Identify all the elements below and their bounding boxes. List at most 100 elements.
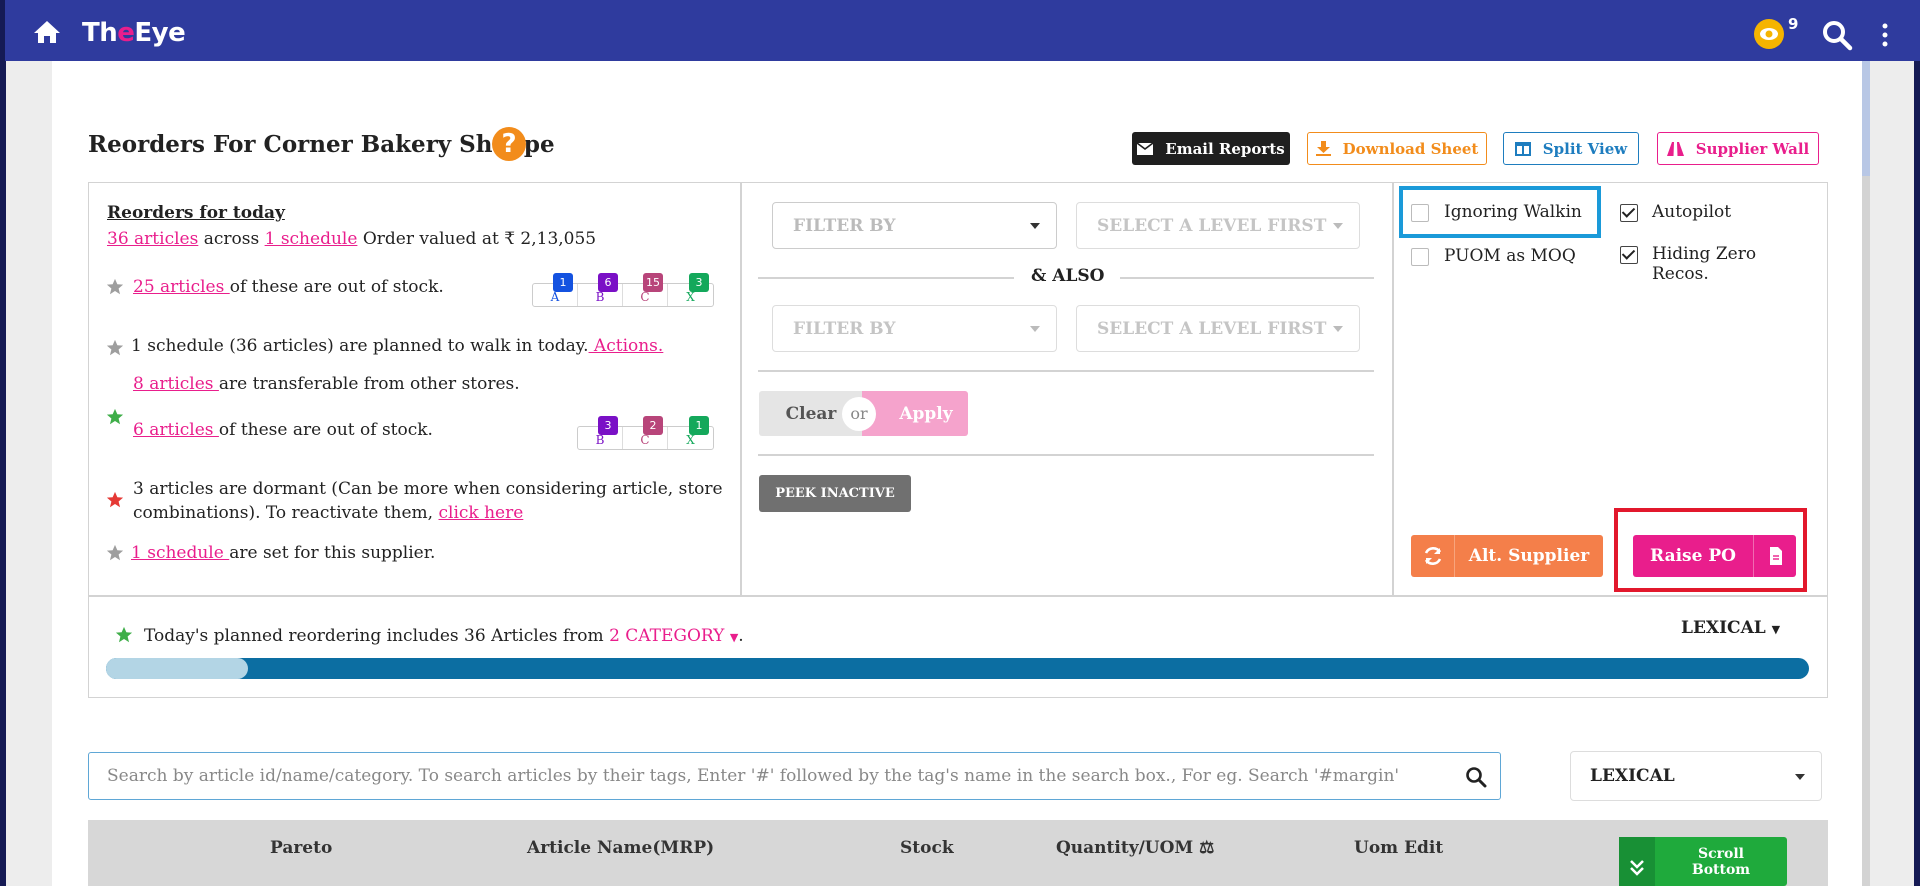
pareto-chip[interactable]: A1 (533, 273, 578, 306)
pareto-chip[interactable]: X1 (668, 416, 713, 449)
divider (1120, 277, 1374, 279)
out-of-stock-articles-link[interactable]: 25 articles (133, 277, 230, 297)
and-also-label: & ALSO (1031, 266, 1105, 286)
document-icon (1753, 535, 1796, 577)
or-separator: or (842, 397, 876, 431)
autopilot-checkbox[interactable] (1620, 204, 1638, 222)
notification-count: 9 (1788, 15, 1799, 33)
pareto-chip[interactable]: C2 (623, 416, 668, 449)
pareto-breakdown-2: B3 C2 X1 (577, 416, 714, 450)
star-icon (115, 626, 133, 643)
actions-link[interactable]: Actions. (589, 336, 663, 356)
filter-by-select-2[interactable]: FILTER BY (772, 305, 1057, 352)
puom-moq-checkbox[interactable] (1411, 248, 1429, 266)
caret-down-icon: ▼ (729, 631, 739, 644)
category-dropdown[interactable]: 2 CATEGORY ▼ (609, 626, 738, 646)
page-scrollbar-thumb[interactable] (1862, 61, 1870, 176)
hiding-zero-recos-label: Hiding Zero Recos. (1652, 244, 1757, 284)
envelope-icon (1137, 142, 1154, 155)
level-select-2[interactable]: SELECT A LEVEL FIRST (1076, 305, 1360, 352)
hiding-zero-recos-checkbox[interactable] (1620, 246, 1638, 264)
page-scrollbar[interactable] (1862, 61, 1870, 886)
columns-icon (1514, 141, 1531, 156)
ignoring-walkin-checkbox[interactable] (1411, 204, 1429, 222)
chevron-down-icon (1333, 223, 1343, 229)
divider (758, 454, 1374, 456)
ignoring-walkin-label: Ignoring Walkin (1444, 202, 1582, 222)
pareto-chip[interactable]: B3 (578, 416, 623, 449)
column-header-stock[interactable]: Stock (900, 838, 954, 858)
pareto-chip[interactable]: B6 (578, 273, 623, 306)
pareto-chip[interactable]: C 15 (623, 273, 668, 306)
autopilot-label: Autopilot (1652, 202, 1732, 222)
search-icon[interactable] (1465, 766, 1487, 788)
schedules-line: 1 schedule are set for this supplier. (131, 543, 436, 563)
refresh-icon (1411, 535, 1455, 577)
eye-coin-icon[interactable] (1754, 19, 1784, 49)
column-header-pareto[interactable]: Pareto (270, 838, 332, 858)
email-reports-button[interactable]: Email Reports (1132, 132, 1290, 165)
reorder-summary-line: 36 articles across 1 schedule Order valu… (107, 229, 597, 249)
dormant-line-2: combinations). To reactivate them, click… (133, 503, 524, 523)
divider (758, 277, 1014, 279)
out-of-stock-line: 25 articles of these are out of stock. (133, 277, 444, 297)
column-header-uom-edit[interactable]: Uom Edit (1354, 838, 1443, 858)
app-logo[interactable]: TheEye (82, 18, 186, 48)
help-icon[interactable]: ? (492, 127, 526, 161)
chevron-down-icon (1795, 774, 1805, 780)
home-icon[interactable] (33, 20, 61, 44)
transferable-articles-link[interactable]: 8 articles (133, 374, 219, 394)
more-menu-icon[interactable] (1880, 23, 1890, 47)
download-icon (1315, 141, 1331, 156)
table-header (88, 820, 1828, 886)
star-icon (106, 491, 124, 508)
search-icon[interactable] (1821, 19, 1853, 51)
scroll-bottom-button[interactable]: Scroll Bottom (1619, 837, 1787, 886)
peek-inactive-button[interactable]: PEEK INACTIVE (759, 475, 911, 512)
progress-track (106, 658, 1809, 679)
column-header-quantity[interactable]: Quantity/UOM ⚖ (1056, 838, 1214, 858)
out-of-stock-line-2: 6 articles of these are out of stock. (133, 420, 433, 440)
reorders-heading: Reorders for today (107, 203, 285, 223)
star-icon (106, 544, 124, 561)
raise-po-button[interactable]: Raise PO (1633, 535, 1796, 577)
road-icon (1666, 141, 1684, 156)
reactivate-link[interactable]: click here (438, 503, 523, 523)
sort-select[interactable]: LEXICAL (1570, 751, 1822, 801)
page-title: Reorders For Corner Bakery Shoppe (88, 131, 555, 158)
chevron-down-icon (1333, 326, 1343, 332)
level-select-1[interactable]: SELECT A LEVEL FIRST (1076, 202, 1360, 249)
chevron-down-icon (1030, 223, 1040, 229)
caret-down-icon: ▼ (1771, 623, 1781, 636)
lexical-sort-dropdown[interactable]: LEXICAL ▼ (1681, 618, 1780, 638)
planned-reordering-line: Today's planned reordering includes 36 A… (144, 626, 744, 646)
star-icon (106, 278, 124, 295)
articles-link[interactable]: 36 articles (107, 229, 198, 249)
out-of-stock-articles-link-2[interactable]: 6 articles (133, 420, 219, 440)
apply-button[interactable]: Apply (862, 391, 968, 436)
filter-by-select-1[interactable]: FILTER BY (772, 202, 1057, 249)
pareto-chip[interactable]: X3 (668, 273, 713, 306)
divider (1392, 182, 1394, 596)
progress-segment (106, 658, 248, 679)
download-sheet-button[interactable]: Download Sheet (1307, 132, 1487, 165)
dormant-line-1: 3 articles are dormant (Can be more when… (133, 479, 723, 499)
split-view-button[interactable]: Split View (1503, 132, 1639, 165)
supplier-wall-button[interactable]: Supplier Wall (1657, 132, 1819, 165)
pareto-breakdown: A1 B6 C 15 X3 (532, 273, 714, 307)
column-header-article[interactable]: Article Name(MRP) (527, 838, 714, 858)
alt-supplier-button[interactable]: Alt. Supplier (1411, 535, 1603, 577)
double-chevron-down-icon (1619, 837, 1655, 886)
schedule-link[interactable]: 1 schedule (265, 229, 358, 249)
walk-in-line: 1 schedule (36 articles) are planned to … (131, 336, 664, 356)
transferable-line: 8 articles are transferable from other s… (133, 374, 520, 394)
schedule-link-2[interactable]: 1 schedule (131, 543, 229, 563)
star-icon (106, 339, 124, 356)
divider (740, 182, 742, 596)
chevron-down-icon (1030, 326, 1040, 332)
article-search-input[interactable]: Search by article id/name/category. To s… (88, 752, 1501, 800)
top-navbar: TheEye 9 (0, 0, 1920, 61)
star-icon (106, 408, 124, 425)
puom-moq-label: PUOM as MOQ (1444, 246, 1576, 266)
divider (88, 595, 1828, 597)
